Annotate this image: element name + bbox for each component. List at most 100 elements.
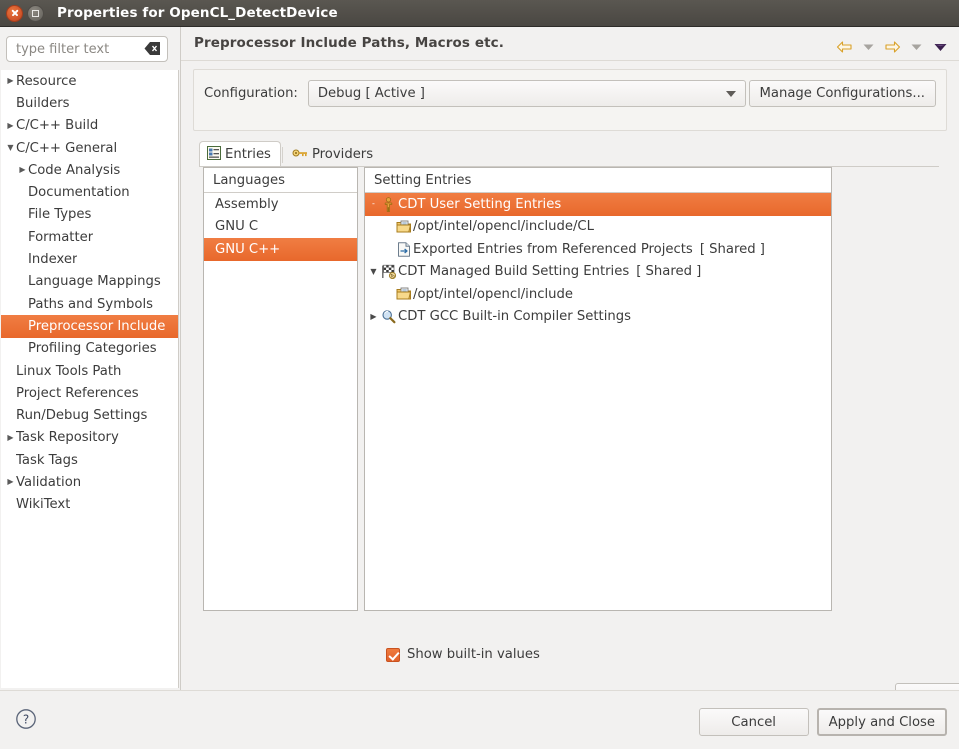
setting-entry-row[interactable]: Exported Entries from Referenced Project… [365,238,831,261]
tab-providers[interactable]: Providers [284,141,383,167]
sidebar-item-task-repository[interactable]: ▶Task Repository [1,427,178,449]
chevron-down-icon[interactable]: ▼ [367,268,380,276]
sidebar-item-preprocessor-include[interactable]: ▶Preprocessor Include [1,315,178,337]
tab-separator [282,147,283,163]
sidebar-item-label: Profiling Categories [28,341,157,356]
entries-list-icon [207,146,221,164]
checkered-flag-icon: To [380,264,397,279]
back-arrow-icon[interactable] [833,37,855,57]
setting-entry-label: /opt/intel/opencl/include/CL [413,219,594,234]
sidebar-item-c-c-build[interactable]: ▶C/C++ Build [1,115,178,137]
sidebar-item-label: Indexer [28,252,77,267]
setting-entry-row[interactable]: /opt/intel/opencl/include [365,283,831,306]
sidebar-item-formatter[interactable]: ▶Formatter [1,226,178,248]
setting-entries-panel: Setting Entries - CDT User Setting Entrie… [364,167,832,611]
collapse-dash-icon[interactable]: - [367,200,380,208]
sidebar-item-language-mappings[interactable]: ▶Language Mappings [1,271,178,293]
show-builtin-values-row[interactable]: Show built-in values [386,647,540,662]
sidebar-item-indexer[interactable]: ▶Indexer [1,248,178,270]
window-title: Properties for OpenCL_DetectDevice [57,5,338,21]
sidebar-item-label: Project References [16,386,139,401]
chevron-right-icon[interactable]: ▶ [367,313,380,321]
search-input[interactable] [16,38,136,60]
tab-providers-label: Providers [312,147,373,162]
setting-entries-tree[interactable]: - CDT User Setting Entries/opt/intel/open… [365,193,831,328]
cancel-button[interactable]: Cancel [699,708,809,736]
page-title: Preprocessor Include Paths, Macros etc. [194,35,504,51]
apply-and-close-button[interactable]: Apply and Close [817,708,947,736]
sidebar-item-file-types[interactable]: ▶File Types [1,204,178,226]
setting-entry-label: CDT GCC Built-in Compiler Settings [398,309,631,324]
sidebar-item-project-references[interactable]: ▶Project References [1,382,178,404]
setting-entry-row[interactable]: ▼ToCDT Managed Build Setting Entries[ Sh… [365,261,831,284]
chevron-right-icon[interactable]: ▶ [17,166,28,174]
sidebar-item-task-tags[interactable]: ▶Task Tags [1,449,178,471]
view-menu-dropdown-icon[interactable] [929,37,951,57]
sidebar-item-label: Run/Debug Settings [16,408,147,423]
include-folder-icon [395,287,412,301]
sidebar-item-label: WikiText [16,497,70,512]
sidebar-item-linux-tools-path[interactable]: ▶Linux Tools Path [1,360,178,382]
sidebar-item-profiling-categories[interactable]: ▶Profiling Categories [1,338,178,360]
maximize-icon[interactable] [27,5,44,22]
show-builtin-values-checkbox[interactable] [386,648,400,662]
configuration-selected-value: Debug [ Active ] [318,86,726,101]
language-item[interactable]: GNU C [204,216,357,239]
setting-entries-column-header: Setting Entries [365,168,831,193]
entries-providers-tabbar: Entries Providers [199,141,383,167]
language-item[interactable]: GNU C++ [204,238,357,261]
language-item-label: GNU C [215,219,258,234]
language-item-label: Assembly [215,197,279,212]
forward-history-dropdown-icon[interactable] [905,37,927,57]
sidebar-item-resource[interactable]: ▶Resource [1,70,178,92]
chevron-right-icon[interactable]: ▶ [5,122,16,130]
setting-entry-row[interactable]: - CDT User Setting Entries [365,193,831,216]
configuration-select[interactable]: Debug [ Active ] [308,80,746,107]
setting-entry-row[interactable]: /opt/intel/opencl/include/CL [365,216,831,239]
filter-container [6,36,168,62]
setting-entry-label: CDT User Setting Entries [398,197,561,212]
close-icon[interactable] [6,5,23,22]
sidebar-item-wikitext[interactable]: ▶WikiText [1,494,178,516]
clear-text-icon[interactable] [144,42,161,56]
tab-entries-label: Entries [225,147,271,162]
forward-arrow-icon[interactable] [881,37,903,57]
chevron-right-icon[interactable]: ▶ [5,478,16,486]
sidebar-item-builders[interactable]: ▶Builders [1,92,178,114]
language-item[interactable]: Assembly [204,193,357,216]
chevron-right-icon[interactable]: ▶ [5,434,16,442]
help-question-icon[interactable]: ? [15,708,37,730]
sidebar-item-label: Linux Tools Path [16,364,121,379]
sidebar-item-code-analysis[interactable]: ▶Code Analysis [1,159,178,181]
sidebar-item-label: Formatter [28,230,93,245]
languages-column-header: Languages [204,168,357,193]
svg-text:To: To [389,274,395,279]
back-history-dropdown-icon[interactable] [857,37,879,57]
chevron-down-icon[interactable]: ▼ [5,144,16,152]
sidebar-item-paths-and-symbols[interactable]: ▶Paths and Symbols [1,293,178,315]
languages-list[interactable]: Assembly GNU C GNU C++ [204,193,357,261]
sidebar-item-run-debug-settings[interactable]: ▶Run/Debug Settings [1,404,178,426]
sidebar-item-label: C/C++ General [16,141,117,156]
manage-configurations-button[interactable]: Manage Configurations... [749,80,936,107]
svg-text:?: ? [23,713,29,727]
settings-sidebar: ▶Resource▶Builders▶C/C++ Build▼C/C++ Gen… [0,27,180,690]
sidebar-item-label: File Types [28,207,91,222]
export-page-icon [395,242,412,257]
chevron-right-icon[interactable]: ▶ [5,77,16,85]
window-titlebar: Properties for OpenCL_DetectDevice [0,0,959,27]
settings-tree[interactable]: ▶Resource▶Builders▶C/C++ Build▼C/C++ Gen… [1,70,179,688]
sidebar-item-label: Preprocessor Include [28,319,165,334]
configuration-row: Configuration: Debug [ Active ] [204,80,746,107]
include-folder-icon [395,220,412,234]
settings-content-pane: Preprocessor Include Paths, Macros etc. [180,27,959,690]
tab-entries[interactable]: Entries [199,141,281,167]
providers-key-icon [292,147,308,163]
sidebar-item-label: Documentation [28,185,130,200]
search-input-box[interactable] [6,36,168,62]
magnifier-icon [380,309,397,324]
sidebar-item-validation[interactable]: ▶Validation [1,471,178,493]
setting-entry-row[interactable]: ▶ CDT GCC Built-in Compiler Settings [365,306,831,329]
sidebar-item-documentation[interactable]: ▶Documentation [1,181,178,203]
sidebar-item-c-c-general[interactable]: ▼C/C++ General [1,137,178,159]
